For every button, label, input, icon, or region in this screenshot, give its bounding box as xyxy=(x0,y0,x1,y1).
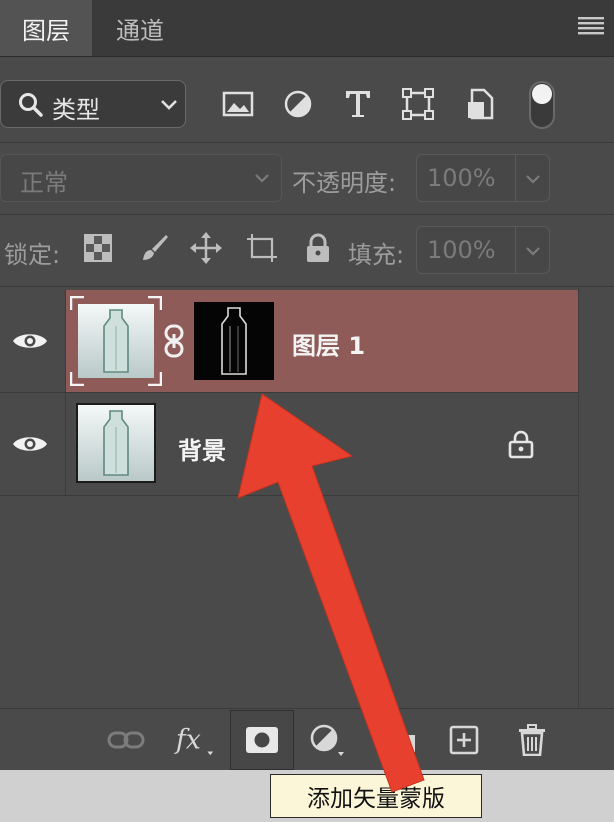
shape-filter-icon[interactable] xyxy=(398,84,438,124)
tooltip: 添加矢量蒙版 xyxy=(270,774,482,818)
chevron-down-icon xyxy=(526,247,540,256)
lock-artboard-icon[interactable] xyxy=(244,230,280,266)
opacity-field[interactable]: 100% xyxy=(416,154,516,202)
svg-text:fx: fx xyxy=(174,725,201,756)
layer-name[interactable]: 背景 xyxy=(178,431,226,466)
tooltip-text: 添加矢量蒙版 xyxy=(307,786,445,812)
group-folder-icon[interactable] xyxy=(378,718,422,762)
lock-all-icon[interactable] xyxy=(300,230,336,266)
layer-list-scroll-area[interactable] xyxy=(578,288,614,708)
divider xyxy=(0,495,578,496)
fx-icon[interactable]: fx xyxy=(172,718,216,762)
opacity-label: 不透明度: xyxy=(292,169,397,197)
fill-field[interactable]: 100% xyxy=(416,226,516,274)
image-filter-icon[interactable] xyxy=(218,84,258,124)
type-filter-icon[interactable] xyxy=(338,84,378,124)
divider xyxy=(0,214,614,215)
layer-row-background[interactable]: 背景 xyxy=(0,393,578,495)
search-icon xyxy=(19,93,43,117)
chevron-down-icon xyxy=(161,100,177,110)
divider xyxy=(0,286,614,287)
eye-icon[interactable] xyxy=(12,433,48,455)
divider xyxy=(0,142,614,143)
opacity-value: 100% xyxy=(427,164,496,192)
layer-filter-label: 类型 xyxy=(52,96,100,124)
lock-label: 锁定: xyxy=(4,241,61,269)
adjustment-filter-icon[interactable] xyxy=(278,84,318,124)
layer-thumbnail[interactable] xyxy=(70,296,162,386)
vector-mask-thumbnail[interactable] xyxy=(194,302,274,380)
tab-channels[interactable]: 通道 xyxy=(92,0,188,56)
layer-name[interactable]: 图层 1 xyxy=(292,326,365,361)
chevron-down-icon xyxy=(526,175,540,184)
fill-label: 填充: xyxy=(348,241,405,269)
fill-value: 100% xyxy=(427,236,496,264)
lock-position-icon[interactable] xyxy=(188,230,224,266)
layer-row-layer-1[interactable]: 图层 1 xyxy=(0,290,578,392)
hamburger-icon[interactable] xyxy=(578,14,604,36)
chevron-down-icon xyxy=(255,174,269,183)
add-mask-icon[interactable] xyxy=(240,718,284,762)
layer-thumbnail[interactable] xyxy=(76,403,156,483)
trash-icon[interactable] xyxy=(510,718,554,762)
blend-mode-value: 正常 xyxy=(20,169,68,197)
lock-icon[interactable] xyxy=(508,429,534,459)
lock-transparent-pixels-icon[interactable] xyxy=(80,230,116,266)
adjustment-layer-icon[interactable] xyxy=(306,718,350,762)
eye-icon[interactable] xyxy=(12,330,48,352)
tab-layers[interactable]: 图层 xyxy=(0,0,92,56)
new-layer-icon[interactable] xyxy=(442,718,486,762)
smart-object-filter-icon[interactable] xyxy=(460,84,500,124)
chain-link-icon[interactable] xyxy=(163,324,185,358)
filter-toggle-icon[interactable] xyxy=(528,80,556,130)
lock-image-pixels-icon[interactable] xyxy=(136,230,172,266)
link-layers-icon[interactable] xyxy=(104,718,148,762)
